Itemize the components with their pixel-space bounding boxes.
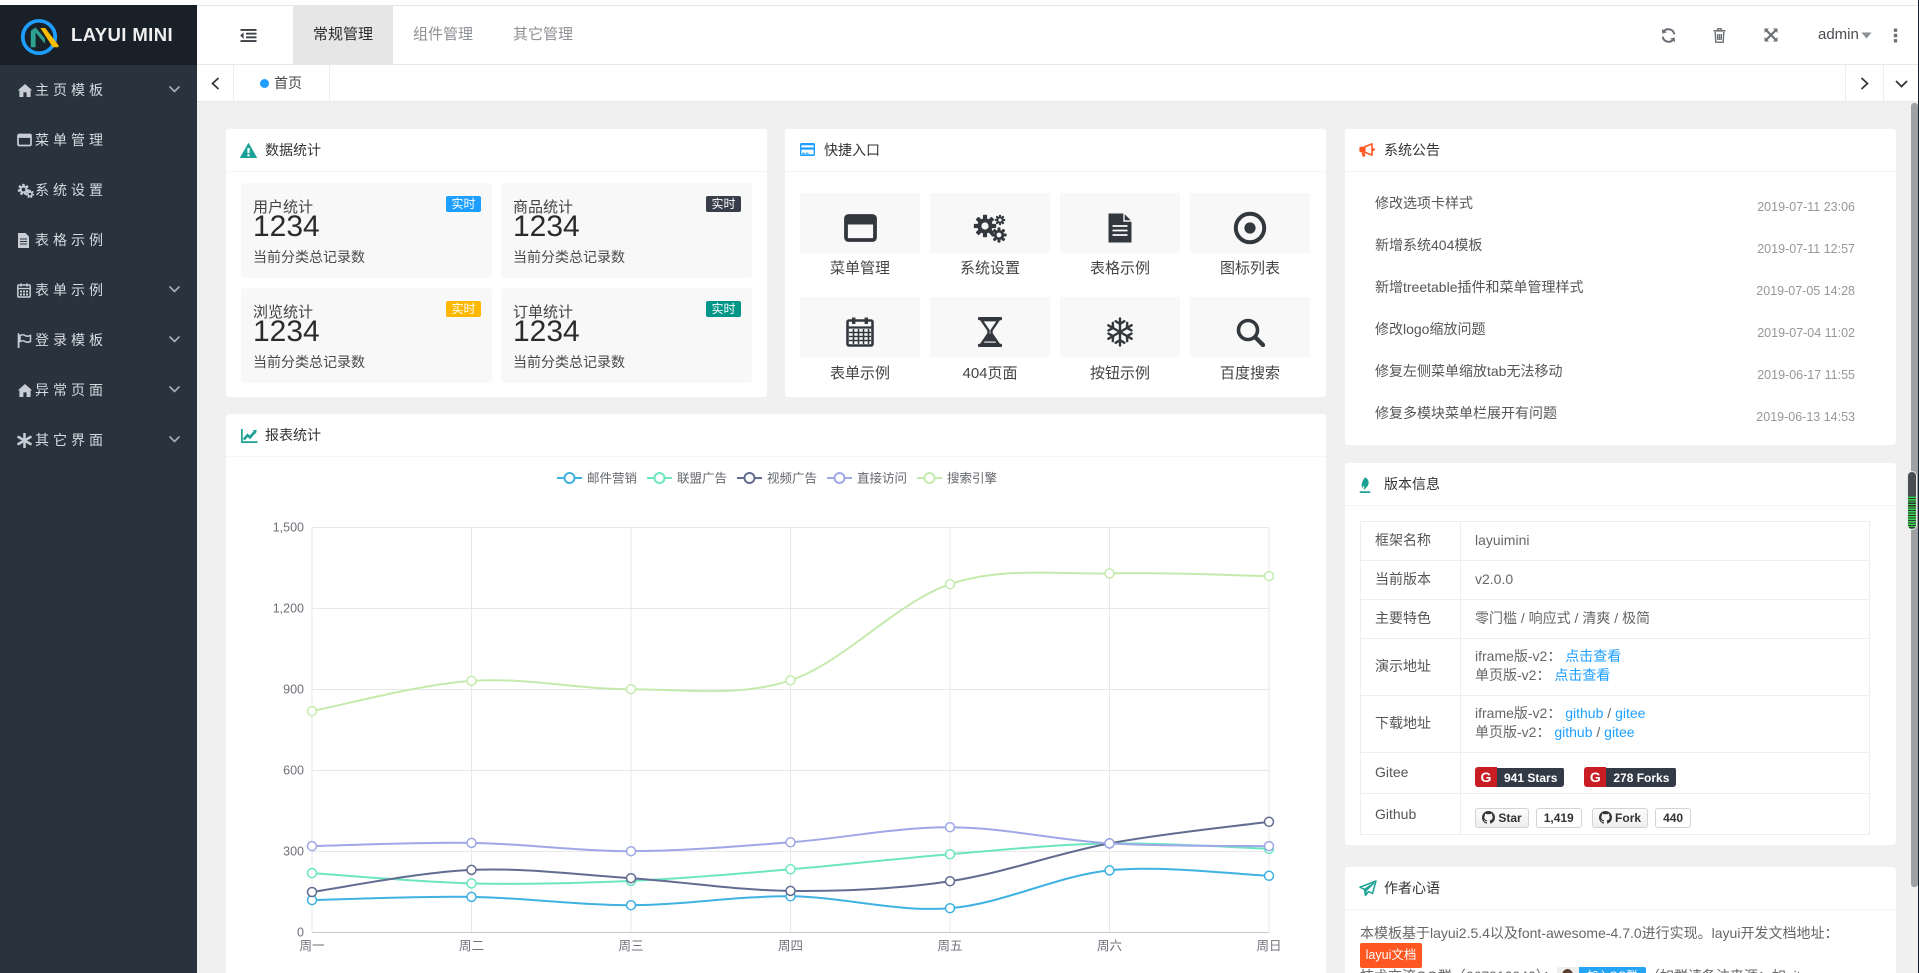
svg-text:周一: 周一 [299, 939, 324, 953]
svg-text:搜索引擎: 搜索引擎 [947, 471, 997, 486]
svg-text:600: 600 [283, 764, 304, 778]
svg-text:1,500: 1,500 [273, 521, 304, 535]
svg-text:邮件营销: 邮件营销 [587, 472, 637, 486]
svg-text:周日: 周日 [1256, 939, 1281, 953]
svg-text:0: 0 [297, 926, 304, 940]
svg-text:1,200: 1,200 [273, 602, 304, 616]
svg-text:周六: 周六 [1097, 939, 1122, 953]
svg-text:联盟广告: 联盟广告 [677, 472, 727, 486]
svg-text:周四: 周四 [778, 939, 803, 953]
svg-text:周二: 周二 [459, 939, 484, 953]
svg-text:周五: 周五 [937, 939, 962, 953]
svg-text:周三: 周三 [618, 939, 643, 953]
svg-text:视频广告: 视频广告 [767, 471, 817, 486]
svg-text:直接访问: 直接访问 [857, 471, 907, 486]
svg-text:900: 900 [283, 683, 304, 697]
svg-text:300: 300 [283, 845, 304, 859]
